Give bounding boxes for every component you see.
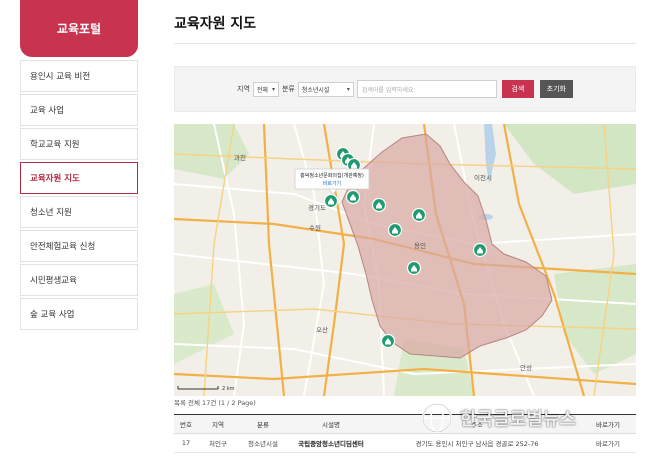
label-icheon: 이천시 (474, 173, 492, 182)
cell-facility[interactable]: 국립중앙청소년디딤센터 (288, 433, 374, 453)
sidebar: 교육포털 용인시 교육 비전 교육 사업 학교교육 지원 교육자원 지도 청소년… (20, 0, 138, 332)
chevron-down-icon: ▾ (271, 85, 275, 93)
label-gwacheon: 과천 (234, 153, 246, 162)
watermark: 한국글로벌뉴스 (420, 398, 636, 438)
result-summary: 목록 전체 17건 (1 / 2 Page) (174, 399, 256, 407)
map-marker-icon[interactable] (371, 197, 387, 213)
cell-category: 청소년시설 (238, 433, 288, 453)
map-marker-icon[interactable] (345, 189, 361, 205)
resource-map[interactable]: 과천 수원 용인 경기도 오산 이천시 안성 흥덕청소년문화의집(개관예정) 바… (174, 124, 636, 396)
region-select[interactable]: 전체 ▾ (252, 81, 279, 97)
region-label: 지역 (237, 85, 250, 93)
sidebar-item-forest-education[interactable]: 숲 교육 사업 (20, 298, 138, 330)
map-marker-icon[interactable] (411, 207, 427, 223)
category-select-value: 청소년시설 (301, 86, 330, 94)
label-osan: 오산 (316, 325, 328, 334)
col-category: 분류 (238, 414, 288, 434)
label-anseong: 안성 (520, 363, 532, 372)
sidebar-menu: 용인시 교육 비전 교육 사업 학교교육 지원 교육자원 지도 청소년 지원 안… (20, 60, 138, 330)
map-scale-label: 2 km (222, 386, 235, 392)
map-canvas[interactable]: 과천 수원 용인 경기도 오산 이천시 안성 흥덕청소년문화의집(개관예정) 바… (174, 124, 636, 396)
col-number: 번호 (174, 414, 198, 434)
sidebar-item-projects[interactable]: 교육 사업 (20, 94, 138, 126)
reset-button[interactable]: 초기화 (539, 80, 573, 98)
col-region: 지역 (198, 414, 238, 434)
search-input[interactable]: 검색어를 입력하세요 (356, 80, 497, 98)
popup-title: 흥덕청소년문화의집(개관예정) (300, 172, 364, 179)
sidebar-item-vision[interactable]: 용인시 교육 비전 (20, 60, 138, 92)
globe-icon (421, 402, 453, 434)
watermark-text: 한국글로벌뉴스 (460, 409, 576, 430)
region-select-value: 전체 (256, 86, 268, 94)
category-select[interactable]: 청소년시설 ▾ (297, 81, 354, 97)
cell-number: 17 (174, 433, 198, 453)
cell-region: 처인구 (198, 433, 238, 453)
category-label: 분류 (281, 85, 295, 93)
map-marker-icon[interactable] (323, 193, 339, 209)
map-marker-icon[interactable] (406, 260, 422, 276)
sidebar-header: 교육포털 (20, 0, 138, 57)
sidebar-item-youth-support[interactable]: 청소년 지원 (20, 196, 138, 228)
map-marker-icon[interactable] (380, 333, 396, 349)
title-divider (174, 43, 636, 44)
map-marker-icon[interactable] (472, 242, 488, 258)
col-facility: 시설명 (288, 414, 374, 434)
sidebar-item-safety-education[interactable]: 안전체험교육 신청 (20, 230, 138, 262)
sidebar-item-resource-map[interactable]: 교육자원 지도 (20, 162, 138, 194)
search-filter-bar: 지역 전체 ▾ 분류 청소년시설 ▾ 검색어를 입력하세요 검색 초기화 (174, 66, 636, 112)
sidebar-item-school-support[interactable]: 학교교육 지원 (20, 128, 138, 160)
page-title: 교육자원 지도 (174, 16, 257, 32)
sidebar-item-lifelong-education[interactable]: 시민평생교육 (20, 264, 138, 296)
map-marker-icon[interactable] (387, 222, 403, 238)
label-suwon: 수원 (309, 223, 321, 232)
label-gyeonggi: 경기도 (308, 203, 326, 212)
popup-link[interactable]: 바로가기 (323, 180, 341, 187)
search-button[interactable]: 검색 (501, 80, 534, 98)
page: 교육포털 용인시 교육 비전 교육 사업 학교교육 지원 교육자원 지도 청소년… (0, 0, 650, 458)
chevron-down-icon: ▾ (346, 85, 350, 93)
label-yongin: 용인 (414, 241, 426, 250)
